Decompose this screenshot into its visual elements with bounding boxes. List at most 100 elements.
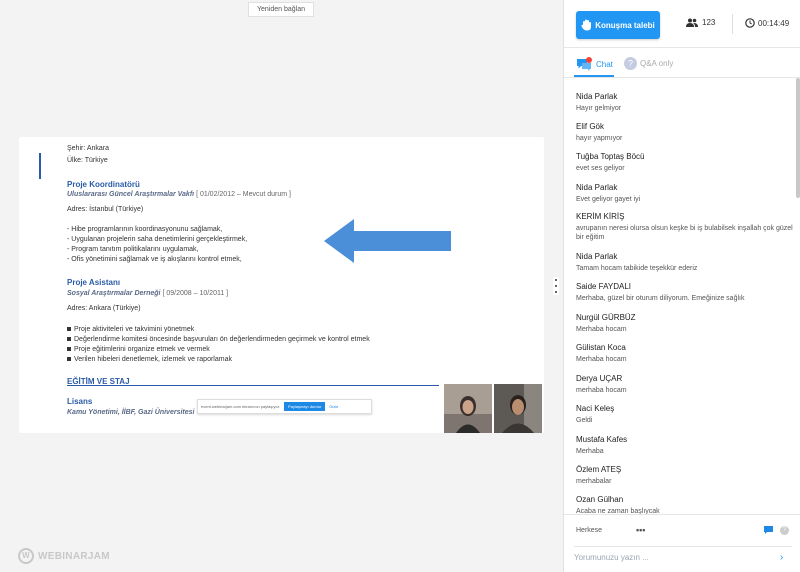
- chat-message-text: evet ses geliyor: [576, 165, 625, 172]
- shared-screen: Şehir: Ankara Ülke: Türkiye Proje Koordi…: [19, 137, 544, 433]
- cv-job2-item: Proje eğitimlerini organize etmek ve ver…: [67, 346, 210, 353]
- chat-message: Elif Gök hayır yapmıyor: [576, 122, 794, 143]
- hide-share-bar-button[interactable]: Gizle: [329, 404, 338, 409]
- chat-message: Naci Keleş Geldi: [576, 404, 794, 425]
- screen-share-bar: event.webinarjam.com ekranınızı paylaşıy…: [197, 399, 372, 414]
- chat-message: Mustafa Kafes Merhaba: [576, 435, 794, 456]
- person-avatar-icon: [494, 384, 542, 433]
- chat-message-author: Nida Parlak: [576, 92, 618, 101]
- cv-education-degree: Lisans: [67, 397, 93, 406]
- screen-share-text: event.webinarjam.com ekranınızı paylaşıy…: [201, 404, 280, 409]
- chat-message: Derya UÇAR merhaba hocam: [576, 374, 794, 395]
- chat-message: Ozan Gülhan Acaba ne zaman başlıycak: [576, 495, 794, 514]
- stop-sharing-button[interactable]: Paylaşmayı durdur: [283, 402, 326, 411]
- chat-message: Saide FAYDALI Merhaba, güzel bir oturum d…: [576, 282, 794, 303]
- input-divider: [574, 546, 792, 547]
- chat-message-author: Saide FAYDALI: [576, 282, 631, 291]
- webinarjam-logo: W WEBINARJAM: [18, 548, 110, 564]
- chat-bubble-icon[interactable]: [764, 526, 775, 536]
- chat-message-text: Merhaba, güzel bir oturum diliyorum. Eme…: [576, 295, 745, 302]
- chat-message-text: avrupanın neresi olursa olsun keşke bi i…: [576, 225, 793, 241]
- cv-job1-org: Uluslararası Güncel Araştırmalar Vakfı […: [67, 191, 292, 198]
- send-chevron-icon[interactable]: ›: [780, 552, 783, 563]
- request-to-talk-label: Konuşma talebi: [595, 20, 655, 30]
- chat-message-author: Nida Parlak: [576, 183, 618, 192]
- session-timer-value: 00:14:49: [758, 18, 790, 28]
- comment-input[interactable]: [574, 553, 774, 562]
- more-options-button[interactable]: •••: [636, 525, 645, 535]
- chat-message-text: Geldi: [576, 417, 593, 424]
- chat-scrollbar[interactable]: [796, 78, 800, 198]
- topbar-divider: [732, 14, 733, 34]
- chat-message-text: merhaba hocam: [576, 387, 627, 394]
- chat-message: Özlem ATEŞ merhabalar: [576, 465, 794, 486]
- chat-message-author: Nida Parlak: [576, 252, 618, 261]
- arrow-left-icon: [324, 219, 451, 263]
- chat-message-author: Derya UÇAR: [576, 374, 623, 383]
- chat-message: Tuğba Toptaş Böcü evet ses geliyor: [576, 152, 794, 173]
- attendee-count: 123: [686, 18, 715, 27]
- cv-divider: [67, 385, 439, 386]
- logo-icon: W: [18, 548, 34, 564]
- cv-job2-item: Verilen hibeleri denetlemek, izlemek ve …: [67, 356, 232, 363]
- cv-job1-item: - Program tanıtım politikalarını uygulam…: [67, 246, 199, 253]
- cv-education-school: Kamu Yönetimi, İİBF, Gazi Üniversitesi: [67, 409, 195, 416]
- chat-message-text: Acaba ne zaman başlıycak: [576, 508, 660, 514]
- chat-footer: Herkese ••• ? ›: [564, 514, 800, 572]
- more-options-icon[interactable]: [553, 277, 559, 295]
- chat-messages: Nida Parlak Hayır gelmiyor Elif Gök hayır y…: [564, 82, 800, 514]
- webcam-feed-1: [444, 384, 492, 433]
- chat-message-author: Ozan Gülhan: [576, 495, 624, 504]
- person-avatar-icon: [444, 384, 492, 433]
- cv-job1-item: - Uygulanan projelerin saha denetimlerin…: [67, 236, 248, 243]
- chat-message-author: KERİM KİRİŞ: [576, 212, 625, 221]
- panel-tabs: Chat ? Q&A only: [564, 48, 800, 78]
- cv-city: Şehir: Ankara: [67, 145, 110, 152]
- svg-text:?: ?: [628, 59, 633, 69]
- chat-message-text: Merhaba hocam: [576, 356, 627, 363]
- chat-message-author: Tuğba Toptaş Böcü: [576, 152, 645, 161]
- chat-message-text: Evet geliyor gayet iyi: [576, 196, 641, 203]
- presentation-stage: Yeniden bağlan Şehir: Ankara Ülke: Türki…: [0, 0, 563, 572]
- tab-chat[interactable]: Chat: [577, 57, 613, 71]
- cv-job2-title: Proje Asistanı: [67, 278, 121, 287]
- chat-message-author: Naci Keleş: [576, 404, 615, 413]
- audience-selector[interactable]: Herkese: [576, 527, 602, 534]
- cv-job1-item: - Hibe programlarının koordinasyonunu sa…: [67, 226, 223, 233]
- active-tab-indicator: [574, 75, 614, 77]
- tab-qa[interactable]: ? Q&A only: [624, 57, 673, 70]
- panel-topbar: Konuşma talebi 123 00:14:49: [564, 0, 800, 48]
- chat-message-author: Elif Gök: [576, 122, 605, 131]
- reconnect-button[interactable]: Yeniden bağlan: [248, 2, 314, 17]
- chat-message-text: Tamam hocam tabikide teşekkür ederiz: [576, 265, 698, 272]
- logo-text: WEBINARJAM: [38, 550, 110, 562]
- help-icon[interactable]: ?: [780, 526, 789, 535]
- cv-job1-item: - Ofis yönetimini sağlamak ve iş akışlar…: [67, 256, 242, 263]
- cv-job2-item: Proje aktiviteleri ve takvimini yönetmek: [67, 326, 194, 333]
- chat-message-text: Hayır gelmiyor: [576, 105, 622, 112]
- chat-message-author: Gülistan Koca: [576, 343, 626, 352]
- chat-message-text: Merhaba: [576, 448, 604, 455]
- hand-icon: [581, 19, 592, 31]
- webcam-feed-2: [494, 384, 542, 433]
- cv-job2-item: Değerlendirme komitesi öncesinde başvuru…: [67, 336, 370, 343]
- users-icon: [686, 18, 698, 27]
- chat-message-text: hayır yapmıyor: [576, 135, 623, 142]
- chat-message: Nurgül GÜRBÜZ Merhaba hocam: [576, 313, 794, 334]
- chat-message-author: Mustafa Kafes: [576, 435, 628, 444]
- cv-job2-address: Adres: Ankara (Türkiye): [67, 305, 141, 312]
- chat-message-text: merhabalar: [576, 478, 612, 485]
- chat-message: KERİM KİRİŞ avrupanın neresi olursa olsun…: [576, 212, 794, 242]
- session-timer: 00:14:49: [745, 18, 789, 28]
- cv-country: Ülke: Türkiye: [67, 157, 108, 164]
- request-to-talk-button[interactable]: Konuşma talebi: [576, 11, 660, 39]
- chat-message: Gülistan Koca Merhaba hocam: [576, 343, 794, 364]
- chat-message: Nida Parlak Evet geliyor gayet iyi: [576, 183, 794, 204]
- cv-job2-org: Sosyal Araştırmalar Derneği [ 09/2008 – …: [67, 290, 229, 297]
- chat-message-author: Nurgül GÜRBÜZ: [576, 313, 636, 322]
- tab-chat-label: Chat: [596, 59, 613, 69]
- chat-message-text: Merhaba hocam: [576, 326, 627, 333]
- cv-job1-address: Adres: İstanbul (Türkiye): [67, 206, 144, 213]
- chat-message-author: Özlem ATEŞ: [576, 465, 622, 474]
- chat-message: Nida Parlak Tamam hocam tabikide teşekkür…: [576, 252, 794, 273]
